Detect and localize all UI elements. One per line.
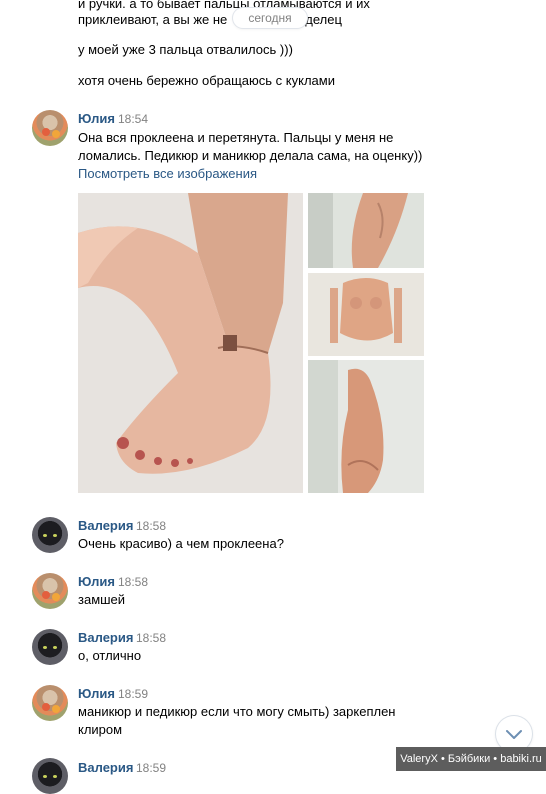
avatar[interactable] — [32, 685, 68, 721]
view-all-images-link[interactable]: Посмотреть все изображения — [78, 165, 257, 183]
message-time[interactable]: 18:58 — [136, 630, 166, 646]
avatar[interactable] — [32, 758, 68, 794]
doll-legs-photo[interactable] — [308, 193, 424, 268]
avatar[interactable] — [32, 110, 68, 146]
message-text: Она вся проклеена и перетянута. Пальцы у… — [78, 130, 394, 145]
message-text: у моей уже 3 пальца отвалилось ))) — [78, 42, 293, 57]
cat-eye — [53, 646, 57, 649]
author-name[interactable]: Валерия — [78, 760, 133, 776]
doll-side-photo-image — [308, 360, 424, 493]
message-text: замшей — [78, 592, 126, 607]
flower-decoration — [42, 128, 50, 136]
watermark: ValeryX • Бэйбики • babiki.ru — [396, 747, 546, 771]
cat-eye — [43, 646, 47, 649]
doll-legs-photo-image — [308, 193, 424, 268]
author-name[interactable]: Юлия — [78, 574, 115, 590]
doll-side-photo[interactable] — [308, 360, 424, 493]
message-text-part: делец — [305, 12, 342, 27]
message-text: Очень красиво) а чем проклеена? — [78, 536, 284, 551]
message-time[interactable]: 18:54 — [118, 111, 148, 127]
avatar[interactable] — [32, 517, 68, 553]
flower-decoration — [42, 591, 50, 599]
message-text: ломались. Педикюр и маникюр делала сама,… — [78, 148, 423, 163]
cat-eye — [53, 534, 57, 537]
cat-eye — [43, 534, 47, 537]
doll-foot-photo[interactable] — [78, 193, 303, 493]
author-name[interactable]: Валерия — [78, 630, 133, 646]
date-separator: сегодня — [233, 8, 307, 28]
message-time[interactable]: 18:59 — [118, 686, 148, 702]
flower-decoration — [52, 593, 60, 601]
message-time[interactable]: 18:59 — [136, 760, 166, 776]
doll-torso-photo-image — [308, 273, 424, 356]
message-text: маникюр и педикюр если что могу смыть) з… — [78, 704, 396, 719]
doll-foot-photo-image — [78, 193, 303, 493]
message-text-part: приклеивают, а вы же не — [78, 12, 228, 27]
avatar[interactable] — [32, 573, 68, 609]
message-text: хотя очень бережно обращаюсь с куклами — [78, 73, 335, 88]
flower-decoration — [42, 703, 50, 711]
author-name[interactable]: Юлия — [78, 111, 115, 127]
doll-torso-photo[interactable] — [308, 273, 424, 356]
avatar[interactable] — [32, 629, 68, 665]
message-text: о, отлично — [78, 648, 142, 663]
message-text: клиром — [78, 722, 123, 737]
author-name[interactable]: Валерия — [78, 518, 133, 534]
flower-decoration — [52, 130, 60, 138]
flower-decoration — [52, 705, 60, 713]
message-time[interactable]: 18:58 — [136, 518, 166, 534]
cat-eye — [53, 775, 57, 778]
message-time[interactable]: 18:58 — [118, 574, 148, 590]
cat-eye — [43, 775, 47, 778]
author-name[interactable]: Юлия — [78, 686, 115, 702]
